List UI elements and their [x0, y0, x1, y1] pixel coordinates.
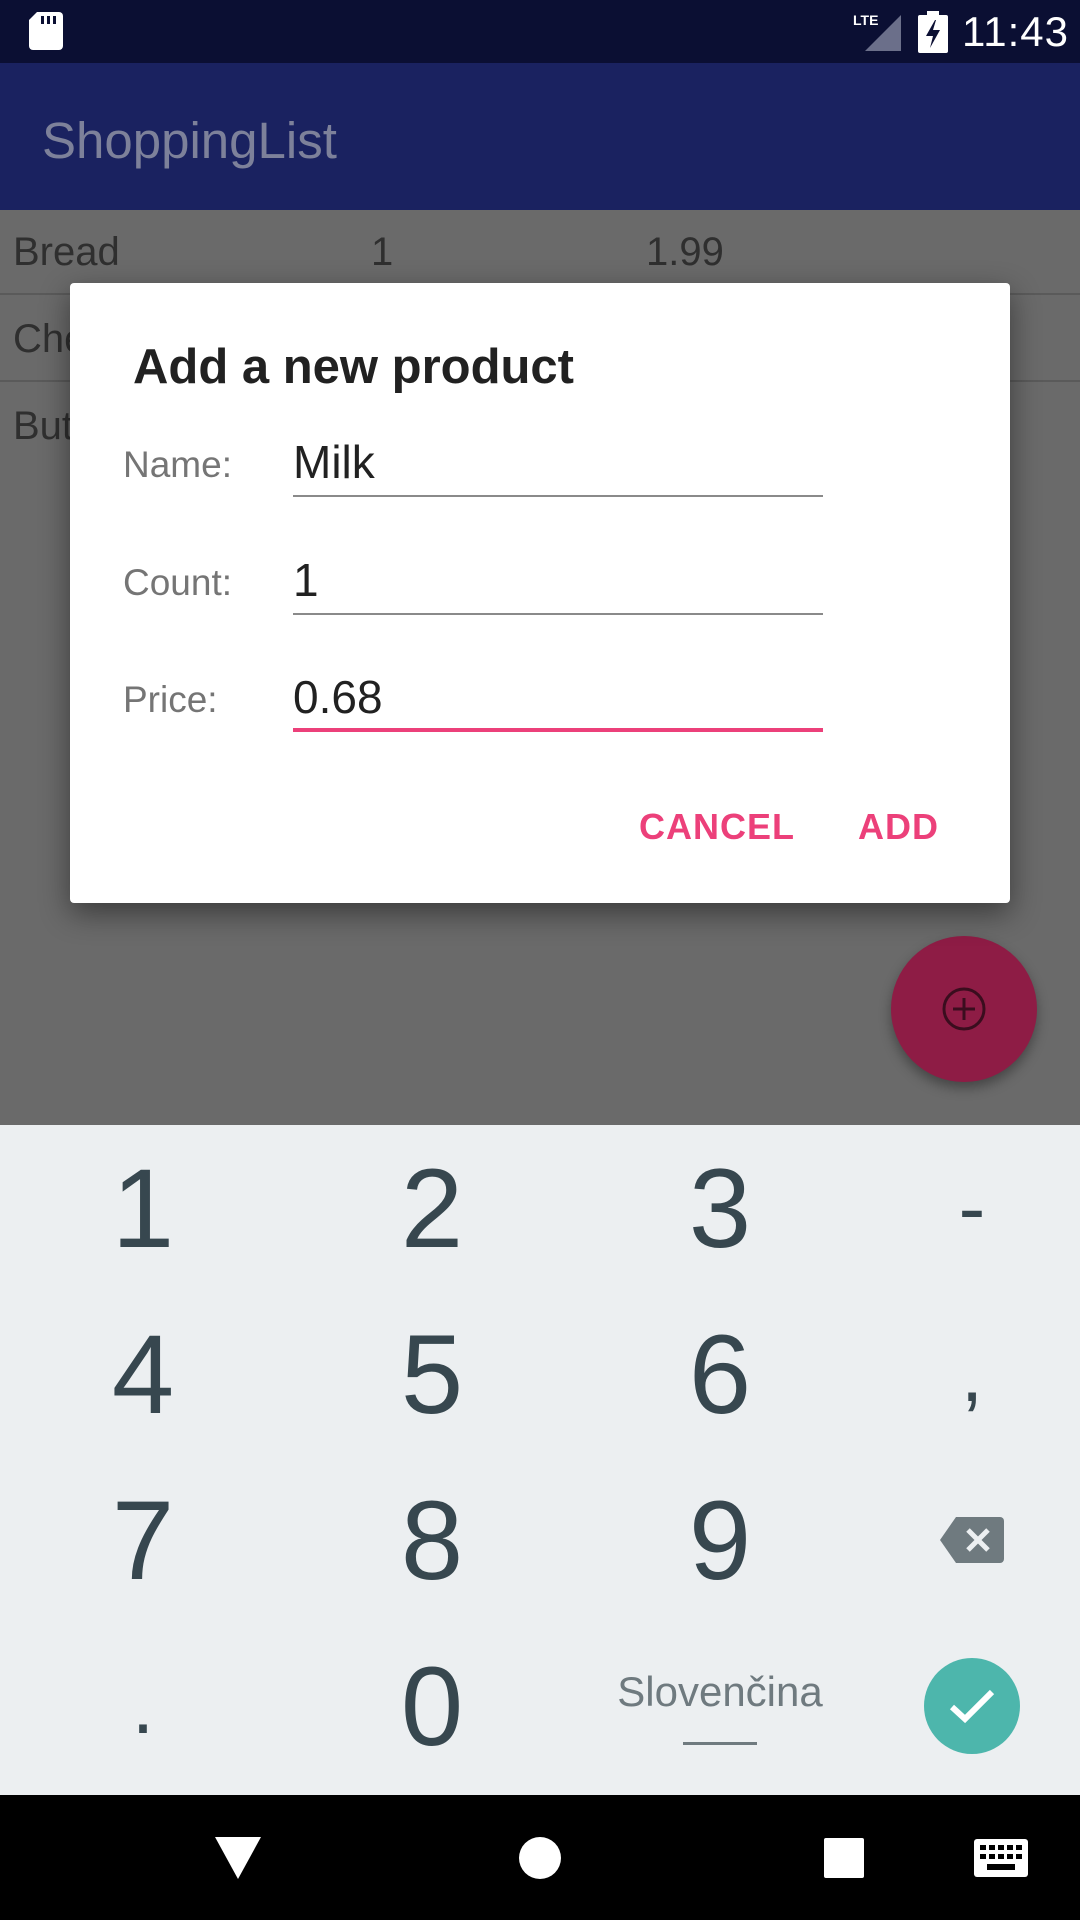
key-7[interactable]: 7 — [8, 1457, 278, 1623]
name-label: Name: — [123, 444, 232, 485]
recents-icon — [824, 1837, 864, 1878]
key-0[interactable]: 0 — [297, 1623, 567, 1789]
name-field[interactable]: Milk — [293, 433, 823, 497]
keyboard-switch-button[interactable] — [951, 1795, 1051, 1920]
key-comma[interactable]: , — [837, 1291, 1080, 1457]
numeric-keyboard: 1 2 3 - 4 5 6 , 7 8 9 . 0 Slovenčina — [0, 1125, 1080, 1795]
count-value: 1 — [293, 554, 319, 606]
home-icon — [519, 1836, 561, 1879]
price-value: 0.68 — [293, 671, 383, 723]
lte-signal-icon: LTE — [853, 12, 901, 51]
count-label: Count: — [123, 562, 233, 603]
add-product-dialog: Add a new product Name: Milk Count: 1 Pr… — [70, 283, 1010, 903]
navigation-bar — [0, 1795, 1080, 1920]
keyboard-switch-icon — [974, 1838, 1028, 1877]
backspace-key[interactable] — [837, 1457, 1080, 1623]
product-count: 1 — [371, 230, 394, 274]
price-field[interactable]: 0.68 — [293, 668, 823, 732]
key-5[interactable]: 5 — [297, 1291, 567, 1457]
product-name: Bread — [13, 230, 120, 274]
app-bar: ShoppingList — [0, 63, 1080, 210]
key-2[interactable]: 2 — [297, 1125, 567, 1291]
name-value: Milk — [293, 436, 375, 488]
dialog-title: Add a new product — [133, 340, 574, 394]
enter-check-icon — [949, 1689, 995, 1724]
battery-charging-icon — [918, 11, 948, 53]
product-price: 1.99 — [646, 230, 724, 274]
key-9[interactable]: 9 — [585, 1457, 855, 1623]
add-button[interactable]: ADD — [858, 805, 939, 849]
product-name: But — [13, 404, 74, 448]
recents-button[interactable] — [794, 1795, 894, 1920]
key-minus[interactable]: - — [837, 1125, 1080, 1291]
language-label: Slovenčina — [617, 1667, 823, 1715]
language-indicator — [683, 1741, 757, 1745]
cancel-button[interactable]: CANCEL — [639, 805, 795, 849]
status-bar: LTE 11:43 — [0, 0, 1080, 63]
key-6[interactable]: 6 — [585, 1291, 855, 1457]
add-product-fab[interactable] — [891, 936, 1037, 1082]
enter-key[interactable] — [837, 1623, 1080, 1789]
backspace-icon — [940, 1517, 1004, 1563]
sd-card-icon — [29, 12, 63, 50]
language-key[interactable]: Slovenčina — [585, 1623, 855, 1789]
key-4[interactable]: 4 — [8, 1291, 278, 1457]
key-1[interactable]: 1 — [8, 1125, 278, 1291]
key-dot[interactable]: . — [8, 1623, 278, 1789]
key-3[interactable]: 3 — [585, 1125, 855, 1291]
back-button[interactable] — [188, 1795, 288, 1920]
add-circle-icon — [942, 987, 986, 1031]
enter-button — [924, 1658, 1020, 1754]
app-title: ShoppingList — [42, 112, 337, 169]
home-button[interactable] — [490, 1795, 590, 1920]
key-8[interactable]: 8 — [297, 1457, 567, 1623]
price-label: Price: — [123, 679, 218, 720]
svg-text:LTE: LTE — [853, 12, 878, 28]
back-icon — [215, 1836, 261, 1879]
status-time: 11:43 — [962, 8, 1069, 55]
count-field[interactable]: 1 — [293, 551, 823, 615]
